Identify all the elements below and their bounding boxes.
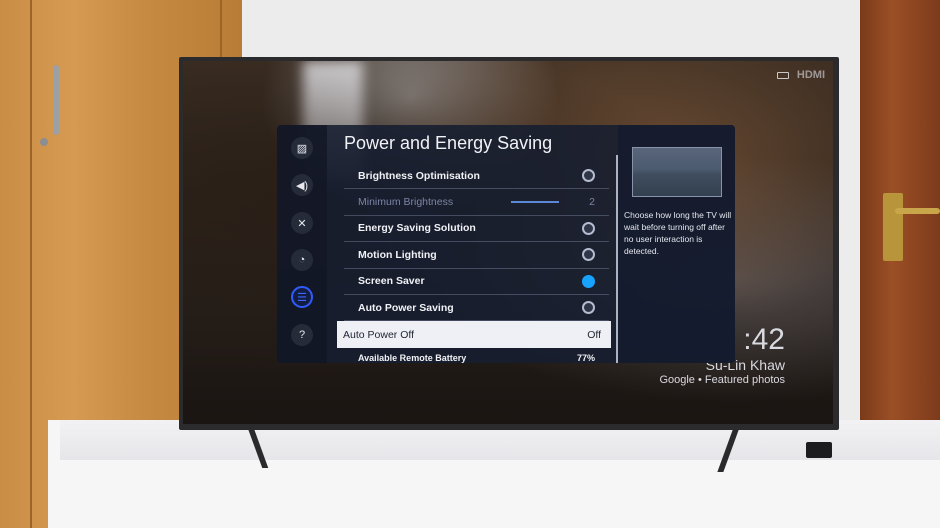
toggle-off-icon[interactable]: [582, 301, 595, 315]
setting-label: Energy Saving Solution: [358, 222, 476, 235]
help-panel: Choose how long the TV will wait before …: [618, 125, 735, 363]
picture-icon[interactable]: ▨: [291, 137, 313, 159]
door-lever: [895, 208, 940, 214]
setting-auto-power-off[interactable]: Auto Power Off Off: [337, 321, 611, 349]
setting-remote-battery[interactable]: Available Remote Battery 77%: [344, 348, 609, 363]
connection-glyph: ✕: [297, 217, 307, 230]
input-label: HDMI: [796, 69, 825, 81]
sound-glyph: ◀): [295, 179, 309, 192]
support-broadcast-icon[interactable]: ◔: [291, 249, 313, 271]
toggle-off-icon[interactable]: [582, 169, 595, 183]
menu-title: Power and Energy Saving: [344, 133, 553, 153]
help-description: Choose how long the TV will wait before …: [624, 210, 732, 256]
toggle-off-icon[interactable]: [582, 248, 595, 262]
input-indicator: HDMI: [776, 69, 825, 81]
setting-value: Off: [587, 328, 601, 341]
toggle-off-icon[interactable]: [582, 221, 595, 235]
wardrobe-seam: [30, 0, 32, 528]
settings-list: Brightness Optimisation Minimum Brightne…: [337, 163, 611, 363]
general-icon[interactable]: ☰: [291, 286, 313, 308]
setting-value: 77%: [576, 353, 595, 363]
brightness-slider: 2: [511, 196, 595, 208]
settings-category-rail: ▨ ◀) ✕ ◔ ☰ ?: [277, 125, 327, 363]
streaming-device: [806, 442, 832, 458]
sound-icon[interactable]: ◀): [291, 174, 313, 196]
picture-glyph: ▨: [296, 142, 308, 155]
setting-minimum-brightness: Minimum Brightness 2: [344, 189, 609, 216]
help-preview-image: [632, 147, 722, 197]
setting-screen-saver[interactable]: Screen Saver: [344, 269, 609, 295]
setting-auto-power-saving[interactable]: Auto Power Saving: [344, 295, 609, 322]
setting-label: Auto Power Saving: [358, 301, 454, 314]
setting-label: Brightness Optimisation: [358, 169, 480, 182]
setting-label: Available Remote Battery: [358, 353, 467, 363]
setting-motion-lighting[interactable]: Motion Lighting: [344, 242, 609, 269]
photo-source: Google • Featured photos: [659, 374, 785, 386]
wardrobe-lock: [40, 138, 48, 146]
door-plate: [883, 193, 903, 261]
slider-track: [511, 201, 560, 203]
toggle-on-icon[interactable]: [582, 274, 595, 288]
hdmi-icon: [776, 71, 789, 79]
setting-label: Auto Power Off: [343, 328, 415, 341]
settings-menu: ▨ ◀) ✕ ◔ ☰ ? Power and Energy Saving Bri…: [277, 125, 735, 363]
setting-label: Screen Saver: [358, 275, 425, 288]
help-glyph: ?: [298, 329, 306, 341]
setting-brightness-optimisation[interactable]: Brightness Optimisation: [344, 163, 609, 190]
wardrobe-handle: [53, 65, 59, 135]
setting-label: Minimum Brightness: [358, 196, 454, 209]
broadcast-glyph: ◔: [298, 254, 306, 266]
connection-icon[interactable]: ✕: [291, 212, 313, 234]
setting-label: Motion Lighting: [358, 248, 437, 261]
setting-energy-saving-solution[interactable]: Energy Saving Solution: [344, 216, 609, 243]
slider-value: 2: [589, 196, 595, 209]
help-chat-icon[interactable]: ?: [291, 324, 313, 346]
general-glyph: ☰: [297, 291, 307, 304]
